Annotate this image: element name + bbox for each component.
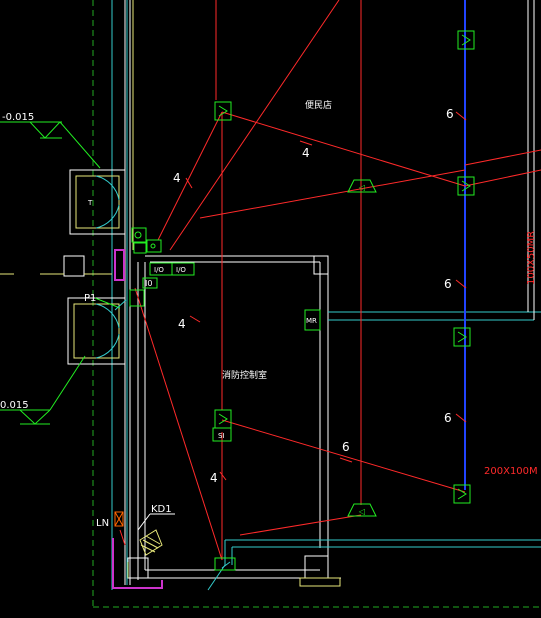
- label-io-2: I/O: [176, 266, 186, 274]
- wire-count-c: 6: [446, 107, 454, 121]
- svg-text:◁: ◁: [358, 183, 365, 192]
- io-arrow: [114, 299, 127, 311]
- floor-plan-drawing: ◁ ◁ 便民店 消防控制室 -0.015 0.015 P1 LN KD1 T I…: [0, 0, 541, 608]
- sounder-2[interactable]: ◁: [347, 503, 377, 517]
- wire-count-d: 4: [178, 317, 186, 331]
- wall-detail-lower: [127, 562, 341, 587]
- wire-ticks: [185, 111, 467, 481]
- wire-count-h: 6: [444, 411, 452, 425]
- wire-count-f: 4: [210, 471, 218, 485]
- smoke-detector-1[interactable]: [214, 101, 232, 121]
- wire-count-e: 6: [444, 277, 452, 291]
- dashed-boundary: [92, 0, 541, 608]
- label-ln: LN: [96, 518, 109, 529]
- gate-structure: [0, 255, 112, 277]
- smoke-detector-6[interactable]: [214, 409, 232, 429]
- room-name-convenience-store: 便民店: [305, 99, 332, 111]
- kd1-leader-diag: [137, 513, 151, 531]
- p1-leader: [94, 297, 121, 309]
- wire-count-b: 4: [302, 146, 310, 160]
- red-wiring: [134, 0, 541, 561]
- elevation-label-upper: -0.015: [2, 112, 34, 123]
- kd1-device[interactable]: [139, 529, 163, 556]
- elevation-marker-lower: [0, 355, 86, 425]
- room-name-fire-control-room: 消防控制室: [222, 369, 267, 381]
- column-lines: [215, 0, 362, 505]
- door-bay-lower: [67, 297, 126, 365]
- label-mr: MR: [306, 317, 317, 325]
- label-kd1: KD1: [151, 504, 172, 515]
- elevation-marker-upper: [0, 121, 101, 169]
- ln-leader: [119, 529, 126, 546]
- wire-count-a: 4: [173, 171, 181, 185]
- label-t: T: [87, 199, 93, 207]
- label-i0: I0: [145, 279, 152, 288]
- label-p1: P1: [84, 293, 96, 304]
- tray-horizontal-upper: [328, 0, 541, 321]
- label-io-1: I/O: [154, 266, 164, 274]
- tray-size-horizontal: 200X100M: [484, 466, 538, 477]
- label-si: SI: [218, 432, 225, 440]
- fire-control-room-walls: [127, 255, 341, 580]
- smoke-detector-4[interactable]: [453, 327, 471, 347]
- tray-horizontal-lower: [207, 539, 541, 591]
- wire-count-g: 6: [342, 440, 350, 454]
- svg-text:◁: ◁: [358, 507, 365, 516]
- smoke-detector-5[interactable]: [453, 484, 471, 504]
- cad-canvas[interactable]: ◁ ◁ 便民店 消防控制室 -0.015 0.015 P1 LN KD1 T I…: [0, 0, 541, 618]
- tray-size-vertical: 100X50MR: [526, 231, 537, 285]
- door-bay-upper: [69, 169, 126, 235]
- elevation-label-lower: 0.015: [0, 400, 29, 411]
- ln-device[interactable]: [114, 511, 124, 527]
